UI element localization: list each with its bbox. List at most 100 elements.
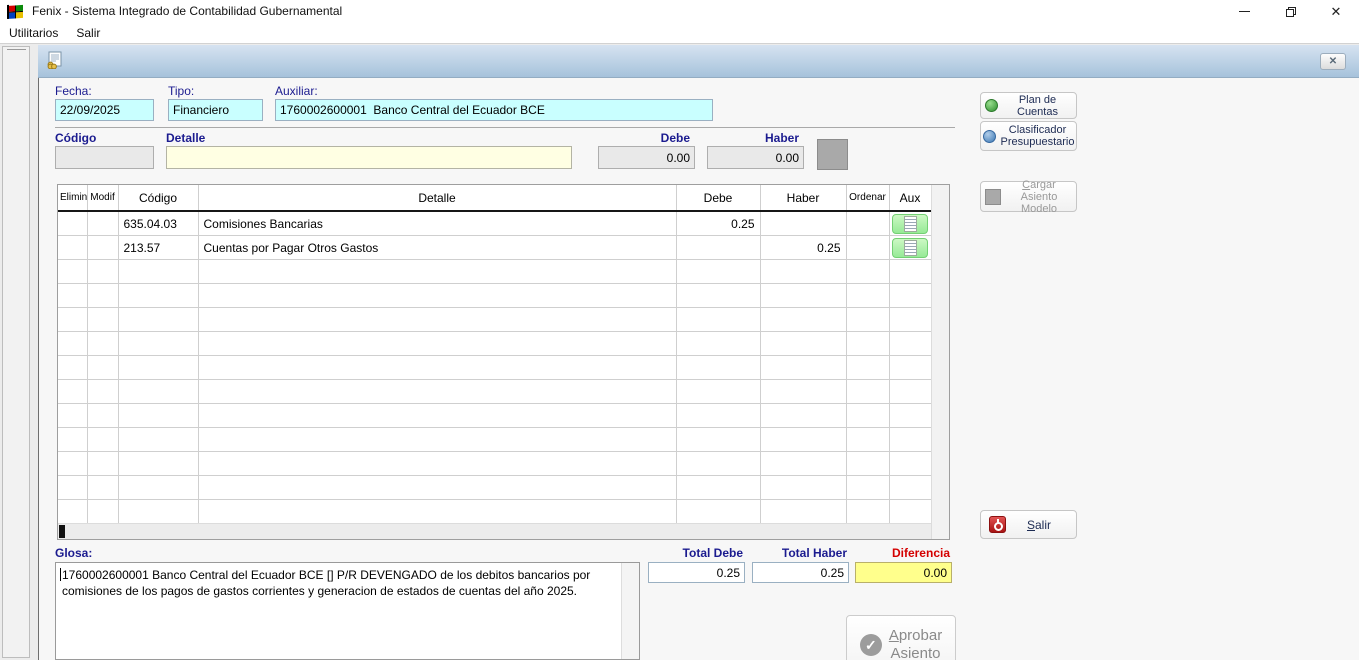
cell-haber[interactable]	[760, 404, 846, 428]
cell-debe[interactable]	[676, 332, 760, 356]
entry-window-close-button[interactable]	[1320, 53, 1346, 70]
cell-elimin[interactable]	[58, 211, 87, 236]
header-codigo[interactable]: Código	[118, 185, 198, 211]
cell-modif[interactable]	[87, 236, 118, 260]
cell-elimin[interactable]	[58, 260, 87, 284]
cell-haber[interactable]	[760, 356, 846, 380]
cell-ordenar[interactable]	[846, 428, 889, 452]
cell-detalle[interactable]: Cuentas por Pagar Otros Gastos	[198, 236, 676, 260]
cell-aux[interactable]	[889, 356, 931, 380]
cell-codigo[interactable]	[118, 500, 198, 524]
cell-codigo[interactable]	[118, 332, 198, 356]
minimize-button[interactable]	[1221, 0, 1267, 22]
cell-elimin[interactable]	[58, 236, 87, 260]
cell-aux[interactable]	[889, 236, 931, 260]
cell-detalle[interactable]	[198, 308, 676, 332]
cell-debe[interactable]	[676, 404, 760, 428]
cell-ordenar[interactable]	[846, 452, 889, 476]
cell-detalle[interactable]	[198, 356, 676, 380]
cell-codigo[interactable]	[118, 356, 198, 380]
cell-elimin[interactable]	[58, 332, 87, 356]
header-elimin[interactable]: Elimin	[58, 185, 87, 211]
menu-salir[interactable]: Salir	[67, 22, 109, 44]
cell-ordenar[interactable]	[846, 476, 889, 500]
cell-ordenar[interactable]	[846, 332, 889, 356]
salir-button[interactable]: Salir	[980, 510, 1077, 539]
cell-detalle[interactable]	[198, 476, 676, 500]
cell-aux[interactable]	[889, 308, 931, 332]
cell-elimin[interactable]	[58, 500, 87, 524]
cell-ordenar[interactable]	[846, 236, 889, 260]
cell-modif[interactable]	[87, 260, 118, 284]
header-debe[interactable]: Debe	[676, 185, 760, 211]
cell-detalle[interactable]	[198, 380, 676, 404]
cell-aux[interactable]	[889, 380, 931, 404]
cell-haber[interactable]	[760, 284, 846, 308]
plan-de-cuentas-button[interactable]: Plan de Cuentas	[980, 92, 1077, 119]
aprobar-asiento-button[interactable]: Aprobar Asiento	[846, 615, 956, 660]
cell-elimin[interactable]	[58, 380, 87, 404]
header-aux[interactable]: Aux	[889, 185, 931, 211]
auxiliar-input[interactable]	[275, 99, 713, 121]
grid-horizontal-scrollbar-thumb[interactable]	[59, 525, 65, 538]
cell-debe[interactable]	[676, 308, 760, 332]
cell-aux[interactable]	[889, 332, 931, 356]
cell-aux[interactable]	[889, 428, 931, 452]
cell-haber[interactable]	[760, 380, 846, 404]
cell-ordenar[interactable]	[846, 284, 889, 308]
cell-haber[interactable]	[760, 428, 846, 452]
cell-detalle[interactable]	[198, 500, 676, 524]
cell-ordenar[interactable]	[846, 260, 889, 284]
cell-codigo[interactable]	[118, 380, 198, 404]
header-ordenar[interactable]: Ordenar	[846, 185, 889, 211]
cell-debe[interactable]	[676, 260, 760, 284]
cell-haber[interactable]	[760, 476, 846, 500]
cell-modif[interactable]	[87, 404, 118, 428]
cell-debe[interactable]	[676, 380, 760, 404]
cell-modif[interactable]	[87, 476, 118, 500]
grid-horizontal-scrollbar[interactable]	[58, 523, 931, 539]
cell-debe[interactable]	[676, 476, 760, 500]
menu-utilitarios[interactable]: Utilitarios	[0, 22, 67, 44]
cell-aux[interactable]	[889, 500, 931, 524]
close-button[interactable]	[1313, 0, 1359, 22]
cell-codigo[interactable]	[118, 428, 198, 452]
fecha-input[interactable]	[55, 99, 154, 121]
aux-button[interactable]	[892, 238, 928, 258]
debe-input[interactable]	[598, 146, 695, 169]
header-detalle[interactable]: Detalle	[198, 185, 676, 211]
cell-debe[interactable]	[676, 428, 760, 452]
cell-detalle[interactable]: Comisiones Bancarias	[198, 211, 676, 236]
cell-detalle[interactable]	[198, 428, 676, 452]
cell-aux[interactable]	[889, 284, 931, 308]
cell-modif[interactable]	[87, 380, 118, 404]
cell-aux[interactable]	[889, 211, 931, 236]
add-line-button[interactable]	[817, 139, 848, 170]
cell-elimin[interactable]	[58, 284, 87, 308]
detalle-input[interactable]	[166, 146, 572, 169]
cell-codigo[interactable]	[118, 284, 198, 308]
cell-modif[interactable]	[87, 428, 118, 452]
cell-debe[interactable]	[676, 356, 760, 380]
cell-codigo[interactable]	[118, 452, 198, 476]
cell-debe[interactable]: 0.25	[676, 211, 760, 236]
collapsed-window-strip[interactable]	[2, 46, 30, 658]
cell-detalle[interactable]	[198, 284, 676, 308]
header-haber[interactable]: Haber	[760, 185, 846, 211]
glosa-textarea[interactable]: 1760002600001 Banco Central del Ecuador …	[55, 562, 640, 660]
tipo-input[interactable]	[168, 99, 263, 121]
cell-elimin[interactable]	[58, 476, 87, 500]
haber-input[interactable]	[707, 146, 804, 169]
cell-aux[interactable]	[889, 260, 931, 284]
grid-vertical-scrollbar[interactable]	[931, 185, 949, 539]
cell-debe[interactable]	[676, 500, 760, 524]
header-modif[interactable]: Modif	[87, 185, 118, 211]
cell-detalle[interactable]	[198, 332, 676, 356]
cell-modif[interactable]	[87, 500, 118, 524]
cell-modif[interactable]	[87, 356, 118, 380]
cell-ordenar[interactable]	[846, 404, 889, 428]
cell-elimin[interactable]	[58, 404, 87, 428]
cell-debe[interactable]	[676, 236, 760, 260]
cell-codigo[interactable]: 213.57	[118, 236, 198, 260]
cell-haber[interactable]	[760, 260, 846, 284]
